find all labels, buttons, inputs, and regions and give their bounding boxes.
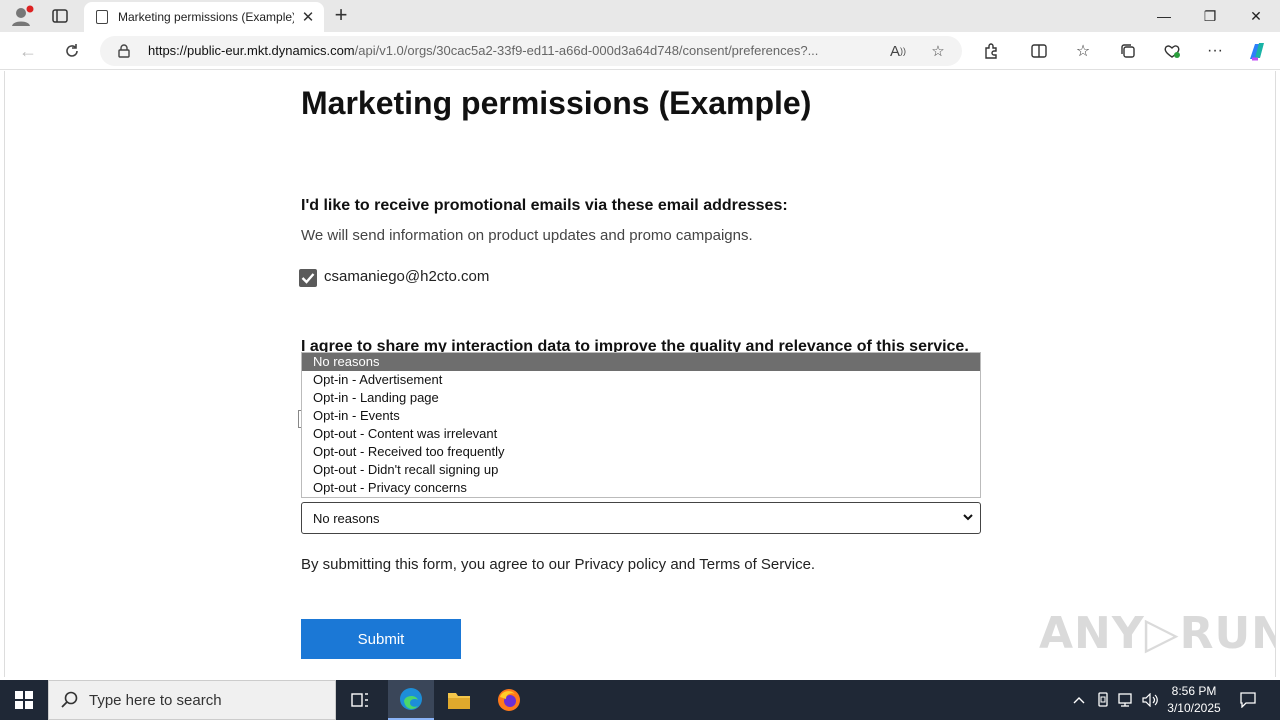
lock-icon[interactable] (118, 44, 130, 63)
tab-title: Marketing permissions (Example) (118, 10, 294, 24)
chevron-up-icon (1073, 697, 1085, 704)
clock-time: 8:56 PM (1171, 684, 1217, 698)
taskbar-firefox[interactable] (486, 680, 532, 720)
url-text[interactable]: https://public-eur.mkt.dynamics.com/api/… (148, 43, 878, 58)
search-placeholder: Type here to search (89, 692, 222, 709)
chevron-down-icon (963, 514, 973, 521)
email-consent-description: We will send information on product upda… (301, 227, 753, 244)
restore-button[interactable]: ❐ (1187, 0, 1233, 32)
show-hidden-icons[interactable] (1068, 680, 1090, 720)
reason-option[interactable]: Opt-in - Landing page (302, 389, 980, 407)
terms-text: By submitting this form, you agree to ou… (301, 556, 816, 573)
new-tab-button[interactable]: + (330, 4, 352, 27)
search-icon (61, 691, 78, 708)
address-toolbar: ← https://public-eur.mkt.dynamics.com/ap… (0, 32, 1280, 70)
notifications-icon[interactable] (1236, 680, 1260, 720)
device-icon[interactable] (1094, 680, 1112, 720)
favorite-star-icon[interactable]: ☆ (928, 41, 948, 61)
folder-icon (448, 693, 470, 709)
system-clock[interactable]: 8:56 PM 3/10/2025 (1160, 683, 1228, 717)
task-view-button[interactable] (337, 680, 383, 720)
collections-icon[interactable] (1116, 40, 1140, 62)
back-button[interactable]: ← (15, 39, 41, 63)
submit-button[interactable]: Submit (301, 619, 461, 659)
browser-essentials-icon[interactable] (1160, 40, 1184, 62)
taskbar: Type here to search 8:56 PM 3/10/2025 (0, 680, 1280, 720)
close-window-button[interactable]: ✕ (1233, 0, 1279, 32)
copilot-icon[interactable] (1245, 40, 1269, 62)
reason-option[interactable]: Opt-out - Didn't recall signing up (302, 461, 980, 479)
reason-option[interactable]: Opt-in - Advertisement (302, 371, 980, 389)
split-screen-icon[interactable] (1027, 40, 1051, 62)
browser-tab-bar: Marketing permissions (Example) ✕ + — ❐ … (0, 0, 1280, 32)
reason-option[interactable]: Opt-out - Content was irrelevant (302, 425, 980, 443)
firefox-icon (498, 689, 520, 711)
tab-actions-icon[interactable] (48, 5, 72, 27)
url-bar[interactable]: https://public-eur.mkt.dynamics.com/api/… (100, 36, 962, 66)
reason-option[interactable]: Opt-in - Events (302, 407, 980, 425)
reason-select-value: No reasons (313, 511, 380, 526)
edge-icon (400, 688, 422, 710)
task-view-icon (351, 693, 368, 707)
reason-select[interactable]: No reasons (301, 502, 981, 534)
active-tab[interactable]: Marketing permissions (Example) ✕ (84, 2, 324, 32)
windows-icon (15, 691, 33, 709)
refresh-button[interactable] (59, 39, 85, 63)
taskbar-file-explorer[interactable] (436, 680, 482, 720)
page-title: Marketing permissions (Example) (301, 85, 812, 121)
reason-option[interactable]: No reasons (302, 353, 980, 371)
minimize-button[interactable]: — (1141, 0, 1187, 32)
page-icon (96, 10, 108, 24)
more-options-icon[interactable]: ··· (1203, 40, 1227, 62)
email-consent-checkbox[interactable] (299, 269, 317, 287)
read-aloud-icon[interactable]: A)) (888, 41, 908, 61)
start-button[interactable] (0, 680, 48, 720)
url-path: /api/v1.0/orgs/30cac5a2-33f9-ed11-a66d-0… (354, 43, 819, 58)
volume-icon[interactable] (1140, 680, 1162, 720)
checkmark-icon (301, 273, 315, 284)
url-host: https://public-eur.mkt.dynamics.com (148, 43, 355, 58)
tab-close-icon[interactable]: ✕ (300, 8, 316, 26)
reason-option[interactable]: Opt-out - Received too frequently (302, 443, 980, 461)
profile-icon[interactable] (10, 5, 34, 27)
web-page: Marketing permissions (Example) I'd like… (4, 71, 1276, 677)
reason-option[interactable]: Opt-out - Privacy concerns (302, 479, 980, 497)
extensions-icon[interactable] (979, 40, 1003, 62)
favorites-icon[interactable]: ☆ (1071, 40, 1095, 62)
email-consent-question: I'd like to receive promotional emails v… (301, 197, 788, 214)
network-icon[interactable] (1116, 680, 1138, 720)
taskbar-edge[interactable] (388, 680, 434, 720)
email-address-label: csamaniego@h2cto.com (324, 268, 490, 285)
reason-dropdown-list[interactable]: No reasons Opt-in - Advertisement Opt-in -… (301, 352, 981, 498)
taskbar-search-box[interactable]: Type here to search (48, 680, 336, 720)
watermark-logo: ANY▷RUN (1039, 608, 1276, 659)
clock-date: 3/10/2025 (1167, 701, 1221, 715)
